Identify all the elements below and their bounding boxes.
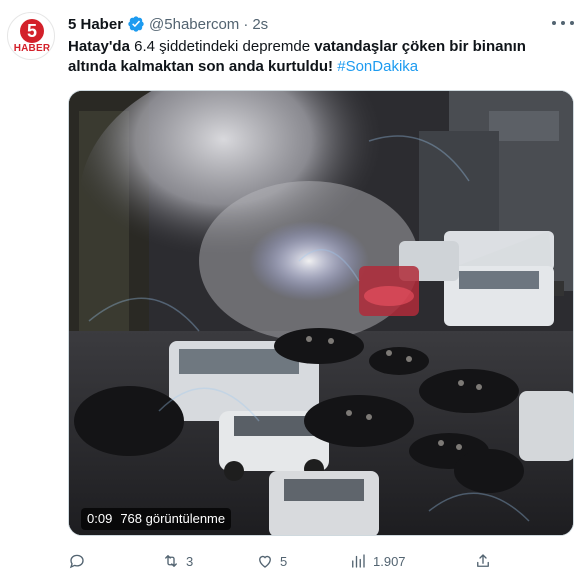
retweet-icon [165,555,177,567]
tweet-header: 5 Haber @5habercom · 2s [68,13,268,35]
avatar-logo-word: HABER [13,43,51,54]
hashtag-link[interactable]: #SonDakika [337,58,418,75]
video-views: 768 görüntülenme [120,511,226,526]
heart-icon [259,555,271,568]
video-frame [69,91,573,535]
share-button[interactable] [474,550,498,570]
retweet-button[interactable]: 3 [162,550,193,570]
verified-badge-icon [128,16,144,32]
header-separator: · [243,15,249,33]
more-dot [552,21,556,25]
video-player[interactable]: 0:09 768 görüntülenme [68,90,574,536]
retweet-count: 3 [186,553,194,569]
author-handle[interactable]: @5habercom [149,16,239,33]
views-chart-icon [352,554,365,568]
more-dot [561,21,565,25]
reply-button[interactable] [68,550,92,570]
reply-icon [69,554,84,569]
share-icon [477,554,489,567]
views-button[interactable]: 1.907 [349,550,406,570]
more-options-icon[interactable] [552,14,574,32]
action-bar: 3 5 1.907 [68,550,578,570]
more-dot [570,21,574,25]
avatar-logo-number: 5 [26,21,37,41]
author-name[interactable]: 5 Haber [68,16,123,33]
tweet-text-regular: 6.4 şiddetindeki depremde [129,38,315,55]
tweet-timestamp[interactable]: 2s [252,16,268,33]
like-button[interactable]: 5 [256,550,287,570]
video-stats-badge: 0:09 768 görüntülenme [81,508,232,530]
tweet-text: Hatay'da 6.4 şiddetindeki depremde vatan… [68,37,568,77]
like-count: 5 [280,553,288,569]
avatar[interactable]: 5 HABER [7,12,55,60]
view-count: 1.907 [373,553,406,569]
tweet-text-bold-1: Hatay'da [68,38,130,55]
video-duration: 0:09 [87,511,113,526]
tweet-card[interactable]: 5 HABER 5 Haber @5habercom · 2s Hatay'da… [0,0,586,570]
